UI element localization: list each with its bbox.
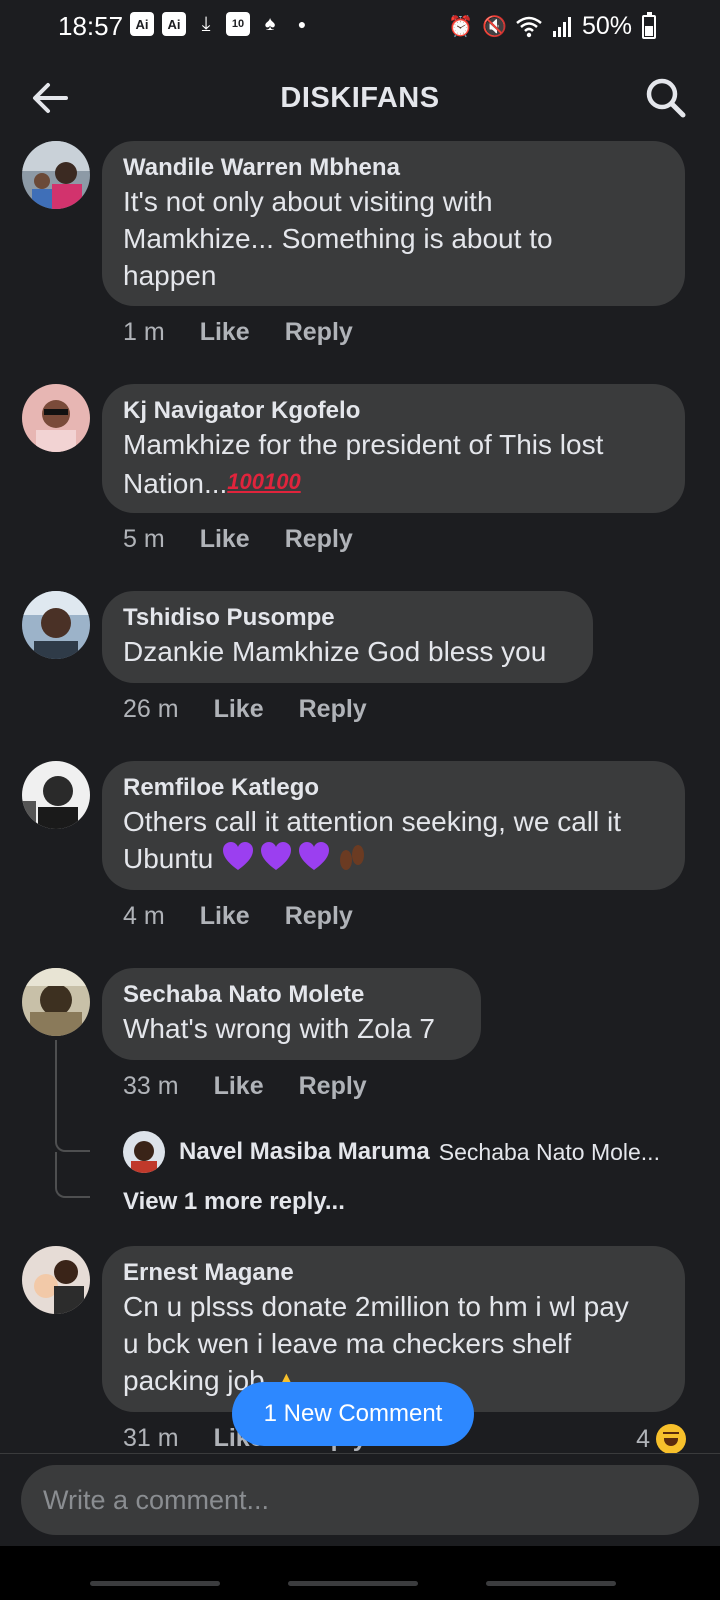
avatar[interactable] (22, 761, 90, 829)
ai-icon: Ai (162, 12, 186, 36)
status-left-icons: Ai Ai ⤓ 10 ♠ ● (130, 12, 314, 36)
comment-actions: 26 m Like Reply (123, 695, 367, 724)
avatar[interactable] (22, 141, 90, 209)
recent-apps-button[interactable] (90, 1581, 220, 1586)
comment-author[interactable]: Wandile Warren Mbhena (123, 153, 665, 183)
signal-icon (552, 16, 571, 37)
like-button[interactable]: Like (200, 902, 250, 931)
reply-button[interactable]: Reply (285, 525, 353, 554)
comment-text: Ubuntu (123, 843, 214, 874)
comment-author[interactable]: Ernest Magane (123, 1258, 665, 1288)
top-app-bar: DISKIFANS (0, 60, 720, 136)
mute-icon: 🔇 (481, 16, 507, 38)
status-bar: 18:57 Ai Ai ⤓ 10 ♠ ● ⏰ 🔇 50% (0, 0, 720, 52)
comment-time: 1 m (123, 318, 165, 346)
download-icon: ⤓ (201, 12, 211, 35)
comment-actions: 33 m Like Reply (123, 1072, 367, 1101)
reaction-summary[interactable]: 4 (636, 1424, 686, 1454)
comment-text: happen (123, 260, 217, 291)
comment-text: Mamkhize for the president of This lost (123, 429, 604, 460)
home-button[interactable] (288, 1581, 418, 1586)
wifi-icon (516, 16, 542, 37)
comment-bubble[interactable]: Tshidiso Pusompe Dzankie Mamkhize God bl… (102, 591, 593, 683)
comment-actions: 4 m Like Reply (123, 902, 353, 931)
avatar[interactable] (22, 968, 90, 1036)
thread-connector (55, 1152, 90, 1198)
comment-author[interactable]: Kj Navigator Kgofelo (123, 396, 665, 426)
purple-heart-emoji-icon (261, 842, 292, 870)
reply-preview-row[interactable]: Navel Masiba Maruma Sechaba Nato Mole... (123, 1131, 693, 1173)
comment-time: 26 m (123, 695, 179, 723)
like-button[interactable]: Like (214, 695, 264, 724)
comment-text: What's wrong with Zola 7 (123, 1013, 435, 1044)
reply-button[interactable]: Reply (299, 695, 367, 724)
comment-text: Mamkhize... Something is about to (123, 223, 553, 254)
comment-text: It's not only about visiting with (123, 186, 493, 217)
status-right-icons: ⏰ 🔇 50% (447, 11, 656, 41)
battery-percent: 50% (581, 12, 632, 40)
status-time: 18:57 (58, 11, 124, 41)
comment-time: 5 m (123, 525, 165, 553)
comment-text-line: Ubuntu (123, 840, 665, 877)
comment-actions: 5 m Like Reply (123, 525, 353, 554)
search-button[interactable] (644, 76, 688, 120)
reply-author[interactable]: Navel Masiba Maruma (179, 1138, 430, 1166)
comment-author[interactable]: Tshidiso Pusompe (123, 603, 573, 633)
hundred-points-emoji-icon: 100 (227, 469, 264, 494)
comment-text: Others call it attention seeking, we cal… (123, 806, 622, 837)
comment-time: 31 m (123, 1424, 179, 1452)
footprints-emoji-icon (340, 845, 365, 870)
comment-actions: 1 m Like Reply (123, 318, 353, 347)
comment-author[interactable]: Remfiloe Katlego (123, 773, 665, 803)
comment-bubble[interactable]: Remfiloe Katlego Others call it attentio… (102, 761, 685, 890)
comment-text: Dzankie Mamkhize God bless you (123, 636, 547, 667)
laughing-emoji-icon (656, 1424, 686, 1454)
comment-text: Cn u plsss donate 2million to hm i wl pa… (123, 1291, 629, 1322)
comment-time: 4 m (123, 902, 165, 930)
comment-text: u bck wen i leave ma checkers shelf (123, 1328, 572, 1359)
hundred-points-emoji-icon: 100 (264, 469, 301, 494)
battery-icon (642, 11, 656, 39)
new-comment-button[interactable]: 1 New Comment (232, 1382, 474, 1446)
calendar-icon: 10 (226, 12, 250, 36)
comment-author[interactable]: Sechaba Nato Molete (123, 980, 461, 1010)
avatar[interactable] (22, 1246, 90, 1314)
comment-bubble[interactable]: Wandile Warren Mbhena It's not only abou… (102, 141, 685, 306)
search-icon (646, 78, 686, 118)
page-title: DISKIFANS (280, 82, 440, 114)
like-button[interactable]: Like (214, 1072, 264, 1101)
reaction-count: 4 (636, 1424, 650, 1453)
ai-icon: Ai (130, 12, 154, 36)
like-button[interactable]: Like (200, 318, 250, 347)
comment-bubble[interactable]: Kj Navigator Kgofelo Mamkhize for the pr… (102, 384, 685, 513)
like-button[interactable]: Like (200, 525, 250, 554)
comment-time: 33 m (123, 1072, 179, 1100)
avatar[interactable] (22, 591, 90, 659)
thread-connector (55, 1040, 90, 1152)
view-more-replies-link[interactable]: View 1 more reply... (123, 1188, 345, 1216)
comment-text: Nation... (123, 468, 228, 499)
comment-input[interactable]: Write a comment... (21, 1465, 699, 1535)
back-nav-button[interactable] (486, 1581, 616, 1586)
reply-button[interactable]: Reply (299, 1072, 367, 1101)
system-nav-bar (0, 1546, 720, 1600)
purple-heart-emoji-icon (223, 842, 254, 870)
reply-preview-text: Sechaba Nato Mole... (438, 1138, 660, 1165)
reply-button[interactable]: Reply (285, 902, 353, 931)
comment-bubble[interactable]: Sechaba Nato Molete What's wrong with Zo… (102, 968, 481, 1060)
alarm-icon: ⏰ (447, 16, 473, 38)
comment-text-line: Nation...100100 (123, 463, 665, 502)
notification-icon: ♠ (264, 12, 276, 35)
avatar[interactable] (22, 384, 90, 452)
purple-heart-emoji-icon (299, 842, 330, 870)
comment-composer-bar: Write a comment... (0, 1453, 720, 1546)
avatar[interactable] (123, 1131, 165, 1173)
dot-icon: ● (297, 16, 307, 32)
reply-button[interactable]: Reply (285, 318, 353, 347)
